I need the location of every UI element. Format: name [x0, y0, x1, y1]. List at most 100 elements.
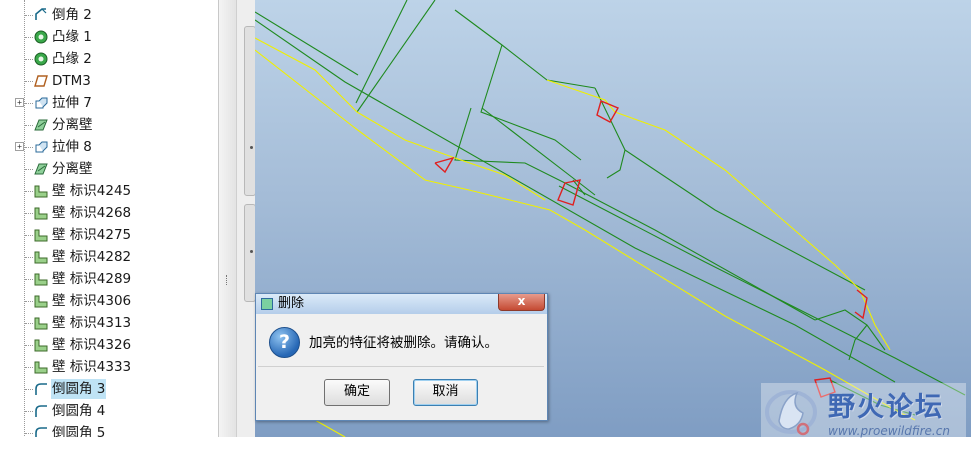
wall-icon: [33, 183, 49, 199]
tree-item[interactable]: 壁 标识4333: [0, 356, 218, 378]
tree-item-label: 倒角 2: [52, 7, 92, 23]
model-tree[interactable]: 倒角 2 凸缘 1 凸缘 2 DTM3 + 拉伸 7 分离壁 + 拉伸 8 分离壁壁 标识4245…: [0, 0, 218, 437]
tree-branch-line: [25, 191, 33, 192]
confirm-button[interactable]: 确定: [324, 379, 390, 406]
tree-item[interactable]: 倒圆角 3: [0, 378, 218, 400]
dialog-close-button[interactable]: x: [498, 294, 545, 311]
separate-wall-icon: [33, 161, 49, 177]
side-toolbar: [236, 0, 257, 437]
tree-item-label: 凸缘 2: [52, 51, 92, 67]
tree-item-label: 壁 标识4282: [52, 249, 132, 265]
tree-item-label: 分离壁: [52, 117, 93, 133]
tree-branch-line: [25, 301, 33, 302]
tree-item[interactable]: DTM3: [0, 70, 218, 92]
tree-branch-line: [25, 213, 33, 214]
dialog-titlebar[interactable]: 删除 x: [256, 294, 547, 314]
tree-item-label: 拉伸 7: [52, 95, 92, 111]
wall-icon: [33, 205, 49, 221]
tree-item[interactable]: 壁 标识4289: [0, 268, 218, 290]
tree-item-label: 分离壁: [52, 161, 93, 177]
wall-icon: [33, 293, 49, 309]
tree-branch-line: [25, 59, 33, 60]
chamfer-icon: [33, 7, 49, 23]
tree-item[interactable]: 凸缘 2: [0, 48, 218, 70]
tree-item-label: 壁 标识4326: [52, 337, 132, 353]
tree-item-label: 倒圆角 5: [52, 425, 106, 437]
tree-item[interactable]: 壁 标识4306: [0, 290, 218, 312]
wall-icon: [33, 337, 49, 353]
tree-item[interactable]: 倒角 2: [0, 4, 218, 26]
watermark-url: www.proewildfire.cn: [828, 424, 950, 438]
cancel-button[interactable]: 取消: [413, 379, 478, 406]
separate-wall-icon: [33, 117, 49, 133]
tree-splitter[interactable]: [218, 0, 237, 437]
expand-icon[interactable]: +: [15, 142, 24, 151]
flange-icon: [33, 29, 49, 45]
tree-branch-line: [25, 323, 33, 324]
wall-icon: [33, 227, 49, 243]
tree-item[interactable]: 倒圆角 4: [0, 400, 218, 422]
tree-branch-line: [25, 81, 33, 82]
tree-item[interactable]: 壁 标识4313: [0, 312, 218, 334]
tree-branch-line: [25, 37, 33, 38]
extrude-icon: [33, 139, 49, 155]
tree-branch-line: [25, 169, 33, 170]
extrude-icon: [33, 95, 49, 111]
wall-icon: [33, 249, 49, 265]
tree-branch-line: [25, 389, 33, 390]
tree-item-label: 拉伸 8: [52, 139, 92, 155]
question-icon: ?: [269, 327, 300, 358]
tree-item[interactable]: 壁 标识4275: [0, 224, 218, 246]
tree-item[interactable]: + 拉伸 8: [0, 136, 218, 158]
wall-icon: [33, 359, 49, 375]
flange-icon: [33, 51, 49, 67]
tab-dot-icon: [250, 146, 253, 149]
tree-branch-line: [25, 125, 33, 126]
tree-item-label: 倒圆角 3: [51, 379, 107, 399]
tree-branch-line: [25, 345, 33, 346]
tree-item-label: 壁 标识4333: [52, 359, 132, 375]
tree-item-label: 壁 标识4275: [52, 227, 132, 243]
tree-branch-line: [25, 235, 33, 236]
flame-logo-icon: [765, 390, 817, 436]
expand-icon[interactable]: +: [15, 98, 24, 107]
tree-branch-line: [25, 279, 33, 280]
tree-branch-line: [25, 433, 33, 434]
tree-item[interactable]: 凸缘 1: [0, 26, 218, 48]
tree-item-label: 壁 标识4268: [52, 205, 132, 221]
tree-branch-line: [25, 257, 33, 258]
tree-item-label: 壁 标识4245: [52, 183, 132, 199]
round-icon: [33, 403, 49, 419]
wall-icon: [33, 271, 49, 287]
tab-dot-icon: [250, 250, 253, 253]
tree-branch-line: [25, 15, 33, 16]
wall-icon: [33, 315, 49, 331]
datum-plane-icon: [33, 73, 49, 89]
tree-item-label: 凸缘 1: [52, 29, 92, 45]
dialog-separator: [258, 366, 544, 367]
tree-item[interactable]: 壁 标识4282: [0, 246, 218, 268]
tree-item[interactable]: 分离壁: [0, 114, 218, 136]
delete-confirm-dialog: 删除 x ? 加亮的特征将被删除。请确认。 确定 取消: [255, 293, 548, 421]
round-icon: [33, 381, 49, 397]
tree-item[interactable]: 壁 标识4326: [0, 334, 218, 356]
dialog-window-icon: [261, 298, 273, 310]
tree-item[interactable]: 分离壁: [0, 158, 218, 180]
tree-item-label: 倒圆角 4: [52, 403, 106, 419]
tree-item[interactable]: + 拉伸 7: [0, 92, 218, 114]
splitter-grip[interactable]: [226, 275, 229, 285]
tree-branch-line: [25, 367, 33, 368]
round-icon: [33, 425, 49, 437]
tree-item-label: DTM3: [52, 73, 91, 89]
tree-item-label: 壁 标识4306: [52, 293, 132, 309]
watermark-title: 野火论坛: [828, 392, 944, 423]
tree-item[interactable]: 壁 标识4245: [0, 180, 218, 202]
dialog-message: 加亮的特征将被删除。请确认。: [309, 335, 498, 351]
tree-item-label: 壁 标识4289: [52, 271, 132, 287]
forum-watermark: 野火论坛 www.proewildfire.cn: [761, 383, 966, 439]
tree-item[interactable]: 壁 标识4268: [0, 202, 218, 224]
dialog-title: 删除: [278, 296, 305, 311]
tree-item-label: 壁 标识4313: [52, 315, 132, 331]
tree-branch-line: [25, 103, 33, 104]
tree-item[interactable]: 倒圆角 5: [0, 422, 218, 437]
